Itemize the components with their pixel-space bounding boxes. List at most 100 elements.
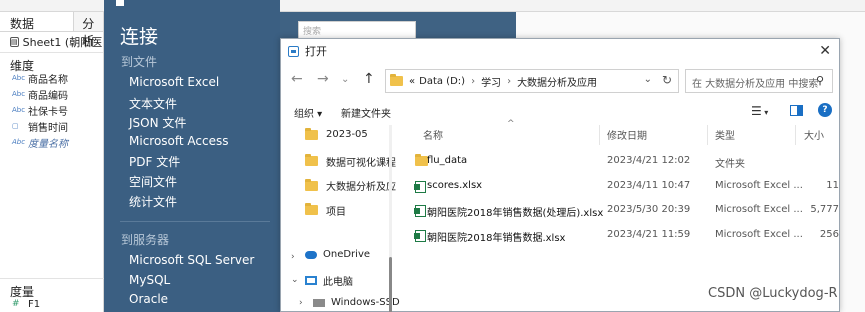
connector-search-input[interactable]: 搜索 <box>298 21 416 39</box>
computer-icon <box>305 276 317 285</box>
crumb-study[interactable]: 学习 <box>481 74 501 89</box>
excel-glyph <box>414 229 426 242</box>
dimension-field[interactable]: Abc 商品编码 <box>0 86 103 102</box>
tab-data[interactable]: 数据 <box>0 12 73 31</box>
file-row[interactable]: flu_data 2023/4/21 12:02 文件夹 <box>399 151 841 173</box>
close-icon[interactable]: ✕ <box>819 43 831 59</box>
column-divider[interactable] <box>707 125 708 145</box>
folder-search-placeholder: 在 大数据分析及应用 中搜索 <box>692 79 819 90</box>
search-icon: ⚲ <box>815 74 824 87</box>
excel-file-icon <box>414 229 426 245</box>
field-type-icon: Abc <box>12 138 26 146</box>
measure-type-icon: # <box>12 299 20 309</box>
dimension-field[interactable]: ▢ 销售时间 <box>0 118 103 134</box>
file-row[interactable]: 朝阳医院2018年销售数据(处理后).xlsx 2023/5/30 20:39 Mi… <box>399 200 841 222</box>
column-divider[interactable] <box>599 125 600 145</box>
navigation-pane: 2023-05 数据可视化课程 大数据分析及应 项目 › OneDrive ⌄ 此电脑… <box>281 125 400 312</box>
connector-item[interactable]: 统计文件 <box>129 193 177 210</box>
data-pane-tabs: 数据 分析 <box>0 12 103 48</box>
dimension-field[interactable]: Abc 社保卡号 <box>0 102 103 118</box>
measures-section: 度量 # F1 <box>0 278 104 312</box>
server-connector-item[interactable]: MySQL <box>129 273 170 287</box>
crumb-drive[interactable]: Data (D:) <box>419 76 465 87</box>
nav-onedrive[interactable]: OneDrive <box>305 249 370 260</box>
recent-chevron-icon[interactable]: ⌄ <box>341 74 349 85</box>
nav-onedrive-label: OneDrive <box>323 249 371 260</box>
excel-glyph <box>414 180 426 193</box>
nav-folder-item[interactable]: 大数据分析及应 <box>305 178 396 193</box>
column-type[interactable]: 类型 <box>715 127 735 142</box>
measure-field-list: # F1 <box>0 296 104 312</box>
connector-item[interactable]: Microsoft Excel <box>129 75 219 89</box>
nav-folder-item[interactable]: 项目 <box>305 203 346 218</box>
cloud-icon <box>305 250 317 259</box>
tab-analysis[interactable]: 分析 <box>73 12 103 48</box>
expand-chevron-icon[interactable]: › <box>299 298 303 308</box>
open-file-dialog: 打开 ✕ ← → ⌄ ↑ « Data (D:) › 学习 › 大数据分析及应用… <box>280 38 840 312</box>
to-server-header: 到服务器 <box>121 233 170 247</box>
nav-this-pc[interactable]: 此电脑 <box>305 273 353 288</box>
folder-icon <box>305 178 318 191</box>
server-connector-item[interactable]: Oracle <box>129 292 168 306</box>
organize-button[interactable]: 组织 ▾ <box>294 105 322 120</box>
collapse-chevron-icon[interactable]: ⌄ <box>291 275 299 285</box>
dialog-title: 打开 <box>305 45 327 58</box>
drive-icon <box>313 298 325 307</box>
folder-icon <box>305 154 318 166</box>
field-type-icon: Abc <box>12 90 26 98</box>
file-row[interactable]: 朝阳医院2018年销售数据.xlsx 2023/4/21 11:59 Microso… <box>399 225 841 247</box>
nav-folder-item[interactable]: 2023-05 <box>305 127 368 140</box>
connector-item[interactable]: Microsoft Access <box>129 134 229 148</box>
file-type: 文件夹 <box>715 159 745 170</box>
nav-folder-label: 项目 <box>326 206 346 218</box>
help-icon[interactable]: ? <box>818 103 832 117</box>
view-menu-icon[interactable]: ☰ ▾ <box>751 104 768 118</box>
connector-item[interactable]: JSON 文件 <box>129 114 186 131</box>
address-row: ← → ⌄ ↑ « Data (D:) › 学习 › 大数据分析及应用 ⌄ ↻ … <box>281 67 841 95</box>
connect-panel: 连接 到文件 Microsoft Excel 文本文件 JSON 文件 Microso… <box>104 0 280 312</box>
crumb-bigdata[interactable]: 大数据分析及应用 <box>517 74 597 89</box>
nav-folder-label: 数据可视化课程 <box>326 157 396 169</box>
dimension-field[interactable]: Abc 度量名称 <box>0 134 103 150</box>
nav-drive[interactable]: Windows-SSD <box>313 297 400 308</box>
connector-item[interactable]: 空间文件 <box>129 173 177 190</box>
file-name: scores.xlsx <box>427 179 483 191</box>
sort-ascending-icon: ^ <box>507 119 515 129</box>
dialog-titlebar: 打开 <box>281 39 839 63</box>
excel-file-icon <box>414 180 426 196</box>
nav-folder-item[interactable]: 数据可视化课程 <box>305 154 396 169</box>
watermark-text: CSDN @Luckydog-R <box>708 286 838 301</box>
address-overflow[interactable]: « <box>409 76 415 87</box>
folder-search-input[interactable]: 在 大数据分析及应用 中搜索 ⚲ <box>685 69 833 93</box>
column-divider[interactable] <box>795 125 796 145</box>
forward-arrow-icon[interactable]: → <box>317 71 329 87</box>
dimension-field-label: 商品编码 <box>28 90 68 102</box>
expand-chevron-icon[interactable]: › <box>291 252 295 262</box>
address-dropdown-icon[interactable]: ⌄ <box>644 74 652 85</box>
dimension-field-label: 度量名称 <box>28 138 68 150</box>
field-type-icon: Abc <box>12 74 26 82</box>
data-source-item[interactable]: ▤ Sheet1 (朝阳医院20 <box>0 32 103 52</box>
preview-pane-icon[interactable] <box>790 105 803 116</box>
file-row[interactable]: scores.xlsx 2023/4/11 10:47 Microsoft Exce… <box>399 176 841 198</box>
file-size: 256 <box>819 228 839 240</box>
column-name[interactable]: 名称 <box>423 127 443 142</box>
up-arrow-icon[interactable]: ↑ <box>363 71 375 87</box>
nav-scrollbar[interactable] <box>389 125 392 312</box>
connector-item[interactable]: PDF 文件 <box>129 153 180 170</box>
server-connector-item[interactable]: Microsoft SQL Server <box>129 253 254 267</box>
back-arrow-icon[interactable]: ← <box>291 71 303 87</box>
column-size[interactable]: 大小 <box>804 127 824 142</box>
file-date: 2023/4/11 10:47 <box>607 179 691 191</box>
excel-file-icon <box>414 205 426 220</box>
nav-folder-label: 大数据分析及应 <box>326 182 396 193</box>
address-bar[interactable]: « Data (D:) › 学习 › 大数据分析及应用 ⌄ ↻ <box>385 69 679 93</box>
measures-header: 度量 <box>0 278 104 299</box>
file-type: Microsoft Excel ... <box>715 228 803 240</box>
column-date[interactable]: 修改日期 <box>607 127 647 142</box>
new-folder-button[interactable]: 新建文件夹 <box>341 105 391 120</box>
refresh-icon[interactable]: ↻ <box>662 73 672 87</box>
connector-item[interactable]: 文本文件 <box>129 95 177 112</box>
nav-scrollbar-thumb[interactable] <box>389 257 392 312</box>
measure-field[interactable]: # F1 <box>0 296 104 312</box>
